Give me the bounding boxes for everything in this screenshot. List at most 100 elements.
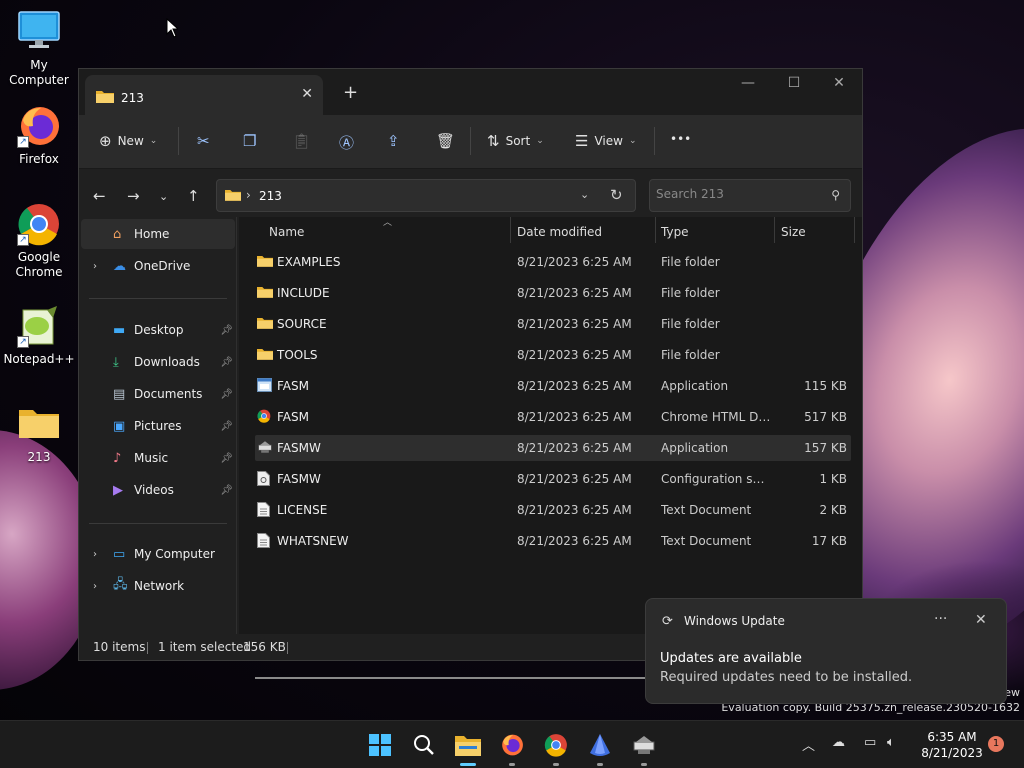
recent-locations-button[interactable]: ⌄: [159, 190, 168, 203]
close-tab-icon[interactable]: ✕: [301, 86, 313, 102]
refresh-icon[interactable]: ↻: [610, 186, 623, 204]
maximize-button[interactable]: ☐: [771, 75, 817, 91]
trash-icon: 🗑︎: [436, 132, 456, 150]
file-size: 517 KB: [804, 410, 847, 424]
minimize-button[interactable]: —: [725, 75, 771, 91]
file-row[interactable]: WHATSNEW 8/21/2023 6:25 AM Text Document 17…: [255, 528, 851, 554]
network-icon[interactable]: ▭: [864, 735, 876, 750]
pin-icon[interactable]: 📌︎: [220, 421, 233, 432]
column-divider[interactable]: [655, 217, 656, 243]
column-name[interactable]: Name: [269, 225, 304, 239]
file-name: FASMW: [277, 441, 321, 455]
search-input[interactable]: [656, 187, 816, 201]
taskbar-file-explorer[interactable]: [452, 729, 484, 766]
column-date-modified[interactable]: Date modified: [517, 225, 602, 239]
up-button[interactable]: ↑: [187, 187, 200, 205]
column-divider[interactable]: [854, 217, 855, 243]
pin-icon[interactable]: 📌︎: [220, 325, 233, 336]
folder-icon: [96, 89, 114, 106]
sort-button[interactable]: ⇅ Sort ⌄: [487, 132, 544, 150]
file-row[interactable]: INCLUDE 8/21/2023 6:25 AM File folder: [255, 280, 851, 306]
close-window-button[interactable]: ✕: [816, 75, 862, 91]
file-size: 17 KB: [811, 534, 847, 548]
breadcrumb-213[interactable]: 213: [259, 189, 282, 203]
sidebar-item-videos[interactable]: ▶ Videos 📌︎: [81, 475, 235, 505]
notification-more-button[interactable]: ···: [934, 611, 947, 627]
chevron-down-icon[interactable]: ⌄: [580, 188, 589, 201]
file-row[interactable]: TOOLS 8/21/2023 6:25 AM File folder: [255, 342, 851, 368]
file-date-modified: 8/21/2023 6:25 AM: [517, 410, 632, 424]
address-bar[interactable]: › 213 ⌄ ↻: [216, 179, 636, 212]
folder-icon: [257, 347, 273, 363]
file-date-modified: 8/21/2023 6:25 AM: [517, 348, 632, 362]
desktop-icon-firefox[interactable]: ↗ Firefox: [0, 104, 78, 167]
file-name: EXAMPLES: [277, 255, 341, 269]
file-row[interactable]: EXAMPLES 8/21/2023 6:25 AM File folder: [255, 249, 851, 275]
sidebar-item-onedrive[interactable]: › ☁ OneDrive: [81, 251, 235, 281]
file-row[interactable]: LICENSE 8/21/2023 6:25 AM Text Document 2 K…: [255, 497, 851, 523]
sidebar-item-music[interactable]: ♪ Music 📌︎: [81, 443, 235, 473]
folder-icon: [225, 188, 241, 204]
file-row[interactable]: FASM 8/21/2023 6:25 AM Application 115 KB: [255, 373, 851, 399]
paste-button[interactable]: 📋︎: [292, 132, 311, 150]
sidebar-item-home[interactable]: ⌂ Home: [81, 219, 235, 249]
taskbar-chrome[interactable]: [540, 729, 572, 766]
column-type[interactable]: Type: [661, 225, 689, 239]
file-row[interactable]: FASMW 8/21/2023 6:25 AM Application 157 KB: [255, 435, 851, 461]
file-row[interactable]: SOURCE 8/21/2023 6:25 AM File folder: [255, 311, 851, 337]
tab-213[interactable]: 213 ✕: [85, 75, 323, 115]
notification-close-button[interactable]: ✕: [975, 612, 987, 628]
rename-button[interactable]: Ⓐ: [339, 132, 354, 153]
pin-icon[interactable]: 📌︎: [220, 485, 233, 496]
chevron-right-icon[interactable]: ›: [93, 581, 97, 592]
view-button[interactable]: ☰ View ⌄: [575, 132, 636, 150]
notification-badge[interactable]: 1: [988, 736, 1004, 752]
file-name: INCLUDE: [277, 286, 330, 300]
desktop-icon-my-computer[interactable]: My Computer: [0, 10, 78, 88]
desktop-icon-213[interactable]: 213: [0, 402, 78, 465]
search-button[interactable]: [408, 729, 440, 761]
mouse-cursor-icon: [166, 18, 178, 38]
sidebar-item-downloads[interactable]: ⤓ Downloads 📌︎: [81, 347, 235, 377]
file-row[interactable]: FASM 8/21/2023 6:25 AM Chrome HTML Do... 51…: [255, 404, 851, 430]
new-button[interactable]: ⊕ New ⌄: [99, 132, 157, 150]
horizontal-scrollbar[interactable]: [255, 677, 645, 679]
more-options-button[interactable]: •••: [670, 132, 691, 146]
running-indicator: [553, 763, 559, 766]
sidebar-item-desktop[interactable]: ▬ Desktop 📌︎: [81, 315, 235, 345]
back-button[interactable]: ←: [93, 187, 106, 205]
column-divider[interactable]: [510, 217, 511, 243]
show-hidden-icons-button[interactable]: ︿: [802, 735, 815, 754]
onedrive-offline-icon[interactable]: ☁: [832, 735, 845, 750]
delete-button[interactable]: 🗑︎: [436, 132, 455, 150]
sidebar-item-pictures[interactable]: ▣ Pictures 📌︎: [81, 411, 235, 441]
chevron-right-icon[interactable]: ›: [93, 261, 97, 272]
search-box[interactable]: ⚲: [649, 179, 851, 212]
sidebar-item-my-computer[interactable]: › ▭ My Computer: [81, 539, 235, 569]
start-button[interactable]: [364, 729, 396, 761]
file-name: FASM: [277, 410, 309, 424]
new-tab-button[interactable]: +: [343, 82, 358, 103]
column-divider[interactable]: [774, 217, 775, 243]
taskbar-fasmw[interactable]: [628, 729, 660, 766]
taskbar-firefox[interactable]: [496, 729, 528, 766]
desktop-icon-chrome[interactable]: ↗ Google Chrome: [0, 202, 78, 280]
cut-button[interactable]: ✂: [197, 132, 210, 150]
sidebar-item-documents[interactable]: ▤ Documents 📌︎: [81, 379, 235, 409]
column-size[interactable]: Size: [781, 225, 806, 239]
chevron-right-icon[interactable]: ›: [93, 549, 97, 560]
share-button[interactable]: ⇪: [387, 132, 400, 150]
desktop-icon-notepadpp[interactable]: ↗ Notepad++: [0, 304, 78, 367]
shortcut-arrow-icon: ↗: [17, 336, 29, 348]
system-clock[interactable]: 6:35 AM 8/21/2023: [912, 729, 992, 761]
pin-icon[interactable]: 📌︎: [220, 389, 233, 400]
pin-icon[interactable]: 📌︎: [220, 357, 233, 368]
sidebar-item-network[interactable]: › 🖧︎ Network: [81, 571, 235, 601]
taskbar-app-blue[interactable]: [584, 729, 616, 766]
forward-button[interactable]: →: [127, 187, 140, 205]
volume-icon[interactable]: 🔈︎: [887, 735, 895, 750]
windows-update-notification[interactable]: ⟳ Windows Update ··· ✕ Updates are avail…: [645, 598, 1007, 704]
pin-icon[interactable]: 📌︎: [220, 453, 233, 464]
file-row[interactable]: FASMW 8/21/2023 6:25 AM Configuration sett…: [255, 466, 851, 492]
copy-button[interactable]: ❐: [243, 132, 256, 150]
